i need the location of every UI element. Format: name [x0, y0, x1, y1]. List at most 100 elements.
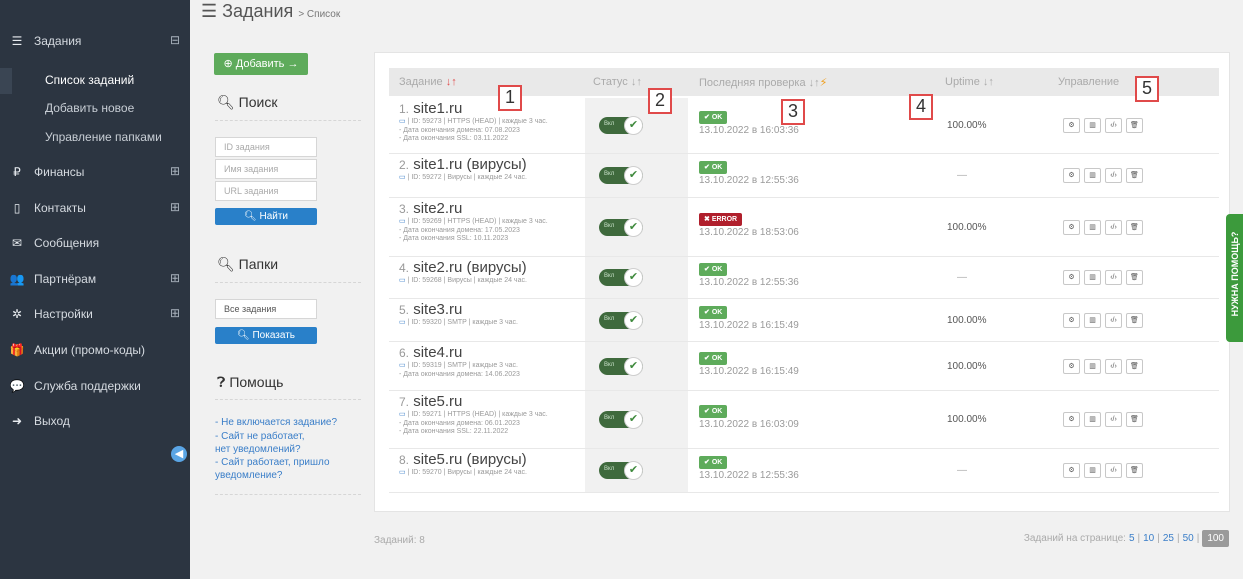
status-toggle[interactable]: Вкл ✔: [599, 356, 643, 376]
task-name[interactable]: site1.ru: [413, 100, 462, 117]
task-title[interactable]: 2. site1.ru (вирусы): [399, 156, 527, 173]
status-toggle[interactable]: Вкл ✔: [599, 166, 643, 185]
folder-select[interactable]: Все задания: [215, 299, 317, 319]
help-link[interactable]: - Сайт не работает, нет уведомлений?: [215, 430, 320, 456]
stats-button[interactable]: ▥: [1084, 118, 1101, 133]
task-title[interactable]: 5. site3.ru: [399, 301, 462, 318]
task-name[interactable]: site2.ru (вирусы): [413, 259, 526, 276]
status-toggle[interactable]: Вкл ✔: [599, 116, 643, 135]
column-header-uptime[interactable]: Uptime ↓↑: [945, 76, 994, 88]
status-toggle[interactable]: Вкл ✔: [599, 410, 643, 429]
settings-button[interactable]: ⚙: [1063, 168, 1080, 183]
task-title[interactable]: 7. site5.ru: [399, 393, 462, 410]
sidebar-item-partners[interactable]: 👥 Партнёрам ⊞: [0, 263, 190, 295]
code-button[interactable]: ‹/›: [1105, 312, 1122, 328]
settings-button[interactable]: ⚙: [1063, 118, 1080, 133]
sidebar-item-promo[interactable]: 🎁 Акции (промо-коды): [0, 334, 190, 366]
column-header-task[interactable]: Задание ↓↑: [399, 76, 457, 88]
delete-button[interactable]: 🗑: [1126, 312, 1143, 328]
code-button[interactable]: ‹/›: [1105, 463, 1122, 478]
sidebar-subitem-add-new[interactable]: Добавить новое: [0, 94, 190, 122]
find-button[interactable]: 🔍︎ Найти: [215, 208, 317, 225]
sidebar-item-contacts[interactable]: ▯ Контакты ⊞: [0, 192, 190, 224]
folder-icon[interactable]: ▭: [399, 411, 406, 418]
expand-icon[interactable]: ⊞: [170, 200, 180, 214]
task-name[interactable]: site5.ru (вирусы): [413, 451, 526, 468]
collapse-sidebar-icon[interactable]: ◀: [171, 446, 187, 462]
folder-icon[interactable]: ▭: [399, 174, 406, 181]
sidebar-item-logout[interactable]: ➜ Выход: [0, 405, 190, 437]
delete-button[interactable]: 🗑: [1126, 358, 1143, 374]
page-size-link[interactable]: 5: [1129, 533, 1135, 544]
folder-icon[interactable]: ▭: [399, 319, 406, 326]
code-button[interactable]: ‹/›: [1105, 118, 1122, 133]
task-name[interactable]: site5.ru: [413, 393, 462, 410]
page-size-link[interactable]: 50: [1183, 533, 1194, 544]
code-button[interactable]: ‹/›: [1105, 219, 1122, 235]
task-title[interactable]: 1. site1.ru: [399, 100, 462, 117]
add-task-button[interactable]: ⊕ Добавить →: [214, 53, 308, 75]
status-toggle[interactable]: Вкл ✔: [599, 461, 643, 480]
delete-button[interactable]: 🗑: [1126, 270, 1143, 285]
delete-button[interactable]: 🗑: [1126, 412, 1143, 427]
folder-icon[interactable]: ▭: [399, 118, 406, 125]
stats-button[interactable]: ▥: [1084, 219, 1101, 235]
stats-button[interactable]: ▥: [1084, 270, 1101, 285]
settings-button[interactable]: ⚙: [1063, 358, 1080, 374]
settings-button[interactable]: ⚙: [1063, 312, 1080, 328]
delete-button[interactable]: 🗑: [1126, 219, 1143, 235]
sidebar-subitem-task-list[interactable]: Список заданий: [0, 66, 190, 94]
sidebar-item-settings[interactable]: ✲ Настройки ⊞: [0, 298, 190, 330]
stats-button[interactable]: ▥: [1084, 463, 1101, 478]
delete-button[interactable]: 🗑: [1126, 118, 1143, 133]
task-name[interactable]: site2.ru: [413, 200, 462, 217]
expand-icon[interactable]: ⊞: [170, 271, 180, 285]
sidebar-item-messages[interactable]: ✉ Сообщения: [0, 227, 190, 259]
collapse-icon[interactable]: ⊟: [170, 33, 180, 47]
page-size-link[interactable]: 10: [1143, 533, 1154, 544]
task-title[interactable]: 6. site4.ru: [399, 344, 462, 361]
stats-button[interactable]: ▥: [1084, 358, 1101, 374]
folder-icon[interactable]: ▭: [399, 362, 406, 369]
delete-button[interactable]: 🗑: [1126, 168, 1143, 183]
code-button[interactable]: ‹/›: [1105, 270, 1122, 285]
stats-button[interactable]: ▥: [1084, 312, 1101, 328]
code-button[interactable]: ‹/›: [1105, 412, 1122, 427]
task-name[interactable]: site3.ru: [413, 301, 462, 318]
sidebar-item-tasks[interactable]: ☰ Задания ⊟: [0, 25, 190, 57]
code-button[interactable]: ‹/›: [1105, 168, 1122, 183]
page-size-link[interactable]: 25: [1163, 533, 1174, 544]
help-link[interactable]: - Не включается задание?: [215, 416, 350, 429]
show-button[interactable]: 🔍︎ Показать: [215, 327, 317, 344]
settings-button[interactable]: ⚙: [1063, 463, 1080, 478]
folder-icon[interactable]: ▭: [399, 469, 406, 476]
expand-icon[interactable]: ⊞: [170, 306, 180, 320]
need-help-tab[interactable]: НУЖНА ПОМОЩЬ?: [1226, 214, 1243, 342]
stats-button[interactable]: ▥: [1084, 168, 1101, 183]
page-size-active[interactable]: 100: [1202, 530, 1229, 547]
status-toggle[interactable]: Вкл ✔: [599, 268, 643, 287]
sidebar-subitem-folders[interactable]: Управление папками: [0, 123, 190, 151]
task-title[interactable]: 3. site2.ru: [399, 200, 462, 217]
column-header-status[interactable]: Статус ↓↑: [593, 76, 642, 88]
task-url-input[interactable]: URL задания: [215, 181, 317, 201]
settings-button[interactable]: ⚙: [1063, 219, 1080, 235]
code-button[interactable]: ‹/›: [1105, 358, 1122, 374]
task-name[interactable]: site4.ru: [413, 344, 462, 361]
delete-button[interactable]: 🗑: [1126, 463, 1143, 478]
settings-button[interactable]: ⚙: [1063, 412, 1080, 427]
folder-icon[interactable]: ▭: [399, 218, 406, 225]
expand-icon[interactable]: ⊞: [170, 164, 180, 178]
column-header-last-check[interactable]: Последняя проверка ↓↑⚡︎: [699, 76, 827, 89]
task-name[interactable]: site1.ru (вирусы): [413, 156, 526, 173]
status-toggle[interactable]: Вкл ✔: [599, 310, 643, 330]
help-link[interactable]: - Сайт работает, пришло уведомление?: [215, 456, 330, 482]
sidebar-item-finance[interactable]: ₽ Финансы ⊞: [0, 156, 190, 188]
task-id-input[interactable]: ID задания: [215, 137, 317, 157]
task-name-input[interactable]: Имя задания: [215, 159, 317, 179]
folder-icon[interactable]: ▭: [399, 277, 406, 284]
status-toggle[interactable]: Вкл ✔: [599, 217, 643, 237]
task-title[interactable]: 4. site2.ru (вирусы): [399, 259, 527, 276]
task-title[interactable]: 8. site5.ru (вирусы): [399, 451, 527, 468]
stats-button[interactable]: ▥: [1084, 412, 1101, 427]
